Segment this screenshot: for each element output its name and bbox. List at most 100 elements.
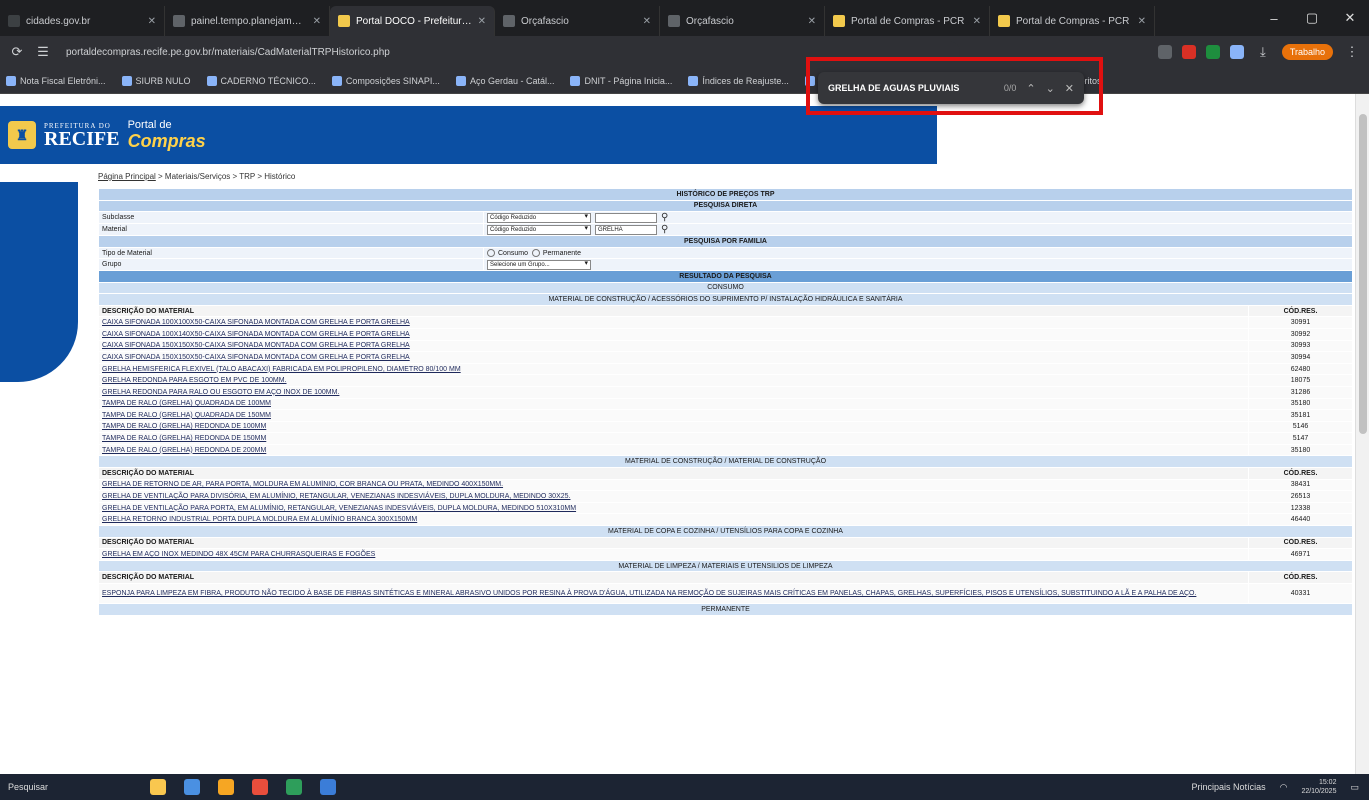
notifications-icon[interactable]: ▭ bbox=[1350, 782, 1359, 793]
city-logo[interactable]: PREFEITURA DO RECIFE bbox=[44, 122, 120, 150]
cod-cell: 26513 bbox=[1248, 490, 1353, 503]
tab-close-icon[interactable]: ✕ bbox=[148, 16, 156, 27]
material-link[interactable]: TAMPA DE RALO (GRELHA) REDONDA DE 200MM bbox=[102, 447, 266, 454]
material-link[interactable]: CAIXA SIFONADA 150X150X50-CAIXA SIFONADA… bbox=[102, 354, 410, 361]
search-icon[interactable]: ⚲ bbox=[661, 213, 668, 223]
bookmark-item[interactable]: Composições SINAPI... bbox=[331, 75, 440, 86]
material-link[interactable]: GRELHA REDONDA PARA RALO OU ESGOTO EM AÇ… bbox=[102, 389, 339, 396]
bookmark-item[interactable]: CADERNO TÉCNICO... bbox=[206, 75, 316, 86]
profile-button[interactable]: Trabalho bbox=[1281, 44, 1333, 60]
browser-tab[interactable]: cidades.gov.br ✕ bbox=[0, 6, 165, 36]
material-link[interactable]: GRELHA DE VENTILAÇÃO PARA DIVISÓRIA, EM … bbox=[102, 493, 570, 500]
material-link[interactable]: GRELHA REDONDA PARA ESGOTO EM PVC DE 100… bbox=[102, 377, 287, 384]
material-link[interactable]: TAMPA DE RALO (GRELHA) REDONDA DE 150MM bbox=[102, 435, 266, 442]
minimize-icon[interactable]: – bbox=[1255, 11, 1293, 26]
consumo-radio[interactable] bbox=[487, 249, 495, 258]
material-link[interactable]: GRELHA RETORNO INDUSTRIAL PORTA DUPLA MO… bbox=[102, 516, 417, 523]
file-explorer-icon[interactable] bbox=[218, 779, 234, 795]
highlight-box bbox=[806, 57, 1103, 115]
material-link[interactable]: CAIXA SIFONADA 100X140X50-CAIXA SIFONADA… bbox=[102, 331, 410, 338]
clock[interactable]: 15:02 22/10/2025 bbox=[1301, 778, 1336, 796]
widgets-icon[interactable] bbox=[150, 779, 166, 795]
bookmark-item[interactable]: Nota Fiscal Eletrôni... bbox=[6, 75, 106, 86]
close-window-icon[interactable]: ✕ bbox=[1331, 10, 1369, 26]
reload-icon[interactable]: ⟳ bbox=[8, 44, 26, 60]
subclasse-select[interactable]: Código Reduzido bbox=[487, 212, 591, 223]
tab-close-icon[interactable]: ✕ bbox=[1138, 16, 1146, 27]
download-icon[interactable]: ⤓ bbox=[1254, 44, 1272, 60]
subclasse-input[interactable] bbox=[595, 212, 657, 223]
chrome-icon[interactable] bbox=[252, 779, 268, 795]
cod-cell: 40331 bbox=[1248, 583, 1353, 604]
cod-cell: 12338 bbox=[1248, 501, 1353, 515]
table-row: GRELHA REDONDA PARA RALO OU ESGOTO EM AÇ… bbox=[98, 385, 1353, 399]
extension-icon[interactable] bbox=[1181, 45, 1196, 59]
table-row: TAMPA DE RALO (GRELHA) REDONDA DE 100MM 5… bbox=[98, 420, 1353, 434]
table-row: TAMPA DE RALO (GRELHA) REDONDA DE 150MM 5… bbox=[98, 432, 1353, 445]
bookmark-label: Composições SINAPI... bbox=[345, 75, 440, 86]
translate-icon[interactable] bbox=[1157, 45, 1172, 59]
excel-icon[interactable] bbox=[286, 779, 302, 795]
extension-icon[interactable] bbox=[1205, 45, 1220, 59]
scrollbar-thumb[interactable] bbox=[1359, 114, 1367, 434]
task-view-icon[interactable] bbox=[184, 779, 200, 795]
table-row: CAIXA SIFONADA 150X150X50-CAIXA SIFONADA… bbox=[98, 339, 1353, 353]
material-link[interactable]: GRELHA DE RETORNO DE AR, PARA PORTA, MOL… bbox=[102, 481, 503, 488]
desc-cell: TAMPA DE RALO (GRELHA) REDONDA DE 150MM bbox=[98, 432, 1249, 445]
taskbar-search[interactable]: Pesquisar bbox=[0, 782, 120, 792]
material-link[interactable]: CAIXA SIFONADA 100X100X50-CAIXA SIFONADA… bbox=[102, 319, 410, 326]
cod-cell: 5146 bbox=[1248, 420, 1353, 434]
tab-close-icon[interactable]: ✕ bbox=[973, 16, 981, 27]
system-tray: Principais Notícias ◠ 15:02 22/10/2025 ▭ bbox=[1192, 778, 1369, 796]
desc-cell: GRELHA DE RETORNO DE AR, PARA PORTA, MOL… bbox=[98, 478, 1249, 492]
news-widget[interactable]: Principais Notícias bbox=[1192, 782, 1266, 792]
table-row: GRELHA DE RETORNO DE AR, PARA PORTA, MOL… bbox=[98, 478, 1353, 492]
material-select[interactable]: Código Reduzido bbox=[487, 224, 591, 235]
browser-tab[interactable]: Orçafascio ✕ bbox=[495, 6, 660, 36]
material-link[interactable]: GRELHA HEMISFERICA FLEXIVEL (TALO ABACAX… bbox=[102, 366, 461, 373]
side-menu[interactable] bbox=[0, 182, 78, 382]
search-icon[interactable]: ⚲ bbox=[661, 225, 668, 235]
menu-icon[interactable]: ⋮ bbox=[1343, 44, 1361, 60]
maximize-icon[interactable]: ▢ bbox=[1293, 10, 1331, 26]
grupo-select[interactable]: Selecione um Grupo... bbox=[487, 259, 591, 270]
table-title: HISTÓRICO DE PREÇOS TRP bbox=[98, 188, 1353, 201]
material-link[interactable]: TAMPA DE RALO (GRELHA) QUADRADA DE 100MM bbox=[102, 400, 271, 407]
desc-cell: GRELHA RETORNO INDUSTRIAL PORTA DUPLA MO… bbox=[98, 513, 1249, 527]
permanente-radio[interactable] bbox=[531, 249, 540, 258]
bookmark-item[interactable]: Índices de Reajuste... bbox=[688, 75, 789, 86]
bookmark-item[interactable]: DNIT - Página Inicia... bbox=[570, 75, 672, 86]
material-link[interactable]: CAIXA SIFONADA 150X150X50-CAIXA SIFONADA… bbox=[102, 342, 410, 349]
bookmark-icon bbox=[455, 75, 466, 86]
material-input[interactable]: GRELHA bbox=[595, 224, 657, 235]
tab-close-icon[interactable]: ✕ bbox=[313, 16, 321, 27]
permanente-label: Permanente bbox=[542, 249, 581, 257]
tab-favicon-icon bbox=[998, 15, 1010, 27]
extension-icon[interactable] bbox=[1229, 45, 1244, 59]
bookmark-item[interactable]: SIURB NULO bbox=[121, 75, 191, 86]
desc-cell: CAIXA SIFONADA 150X150X50-CAIXA SIFONADA… bbox=[98, 339, 1249, 353]
material-link[interactable]: TAMPA DE RALO (GRELHA) QUADRADA DE 150MM bbox=[102, 412, 271, 419]
material-link[interactable]: GRELHA DE VENTILAÇÃO PARA PORTA, EM ALUM… bbox=[102, 505, 576, 512]
tab-close-icon[interactable]: ✕ bbox=[808, 16, 816, 27]
browser-tab[interactable]: Portal de Compras - PCR ✕ bbox=[990, 6, 1155, 36]
material-link[interactable]: TAMPA DE RALO (GRELHA) REDONDA DE 100MM bbox=[102, 423, 266, 430]
wifi-icon[interactable]: ◠ bbox=[1280, 782, 1288, 793]
tab-close-icon[interactable]: ✕ bbox=[643, 16, 651, 27]
page-scrollbar[interactable] bbox=[1355, 94, 1369, 774]
tab-favicon-icon bbox=[338, 15, 350, 27]
logo-big-text: RECIFE bbox=[44, 128, 120, 150]
tab-close-icon[interactable]: ✕ bbox=[478, 16, 486, 27]
site-info-icon[interactable]: ☰ bbox=[34, 44, 52, 60]
browser-tab[interactable]: Portal de Compras - PCR ✕ bbox=[825, 6, 990, 36]
browser-tab[interactable]: Orçafascio ✕ bbox=[660, 6, 825, 36]
breadcrumb-home-link[interactable]: Página Principal bbox=[98, 172, 156, 181]
bookmark-item[interactable]: Aço Gerdau - Catál... bbox=[455, 75, 554, 86]
word-icon[interactable] bbox=[320, 779, 336, 795]
browser-tab[interactable]: Portal DOCO - Prefeitura do Ri... ✕ bbox=[330, 6, 495, 36]
browser-tab[interactable]: painel.tempo.planejamento... ✕ bbox=[165, 6, 330, 36]
material-link[interactable]: GRELHA EM AÇO INOX MEDINDO 48X 45CM PARA… bbox=[102, 551, 375, 558]
material-link[interactable]: ESPONJA PARA LIMPEZA EM FIBRA, PRODUTO N… bbox=[102, 590, 1196, 597]
address-bar-row: ⟳ ☰ portaldecompras.recife.pe.gov.br/mat… bbox=[0, 36, 1369, 68]
col-desc-header: DESCRIÇÃO DO MATERIAL bbox=[98, 571, 1249, 584]
